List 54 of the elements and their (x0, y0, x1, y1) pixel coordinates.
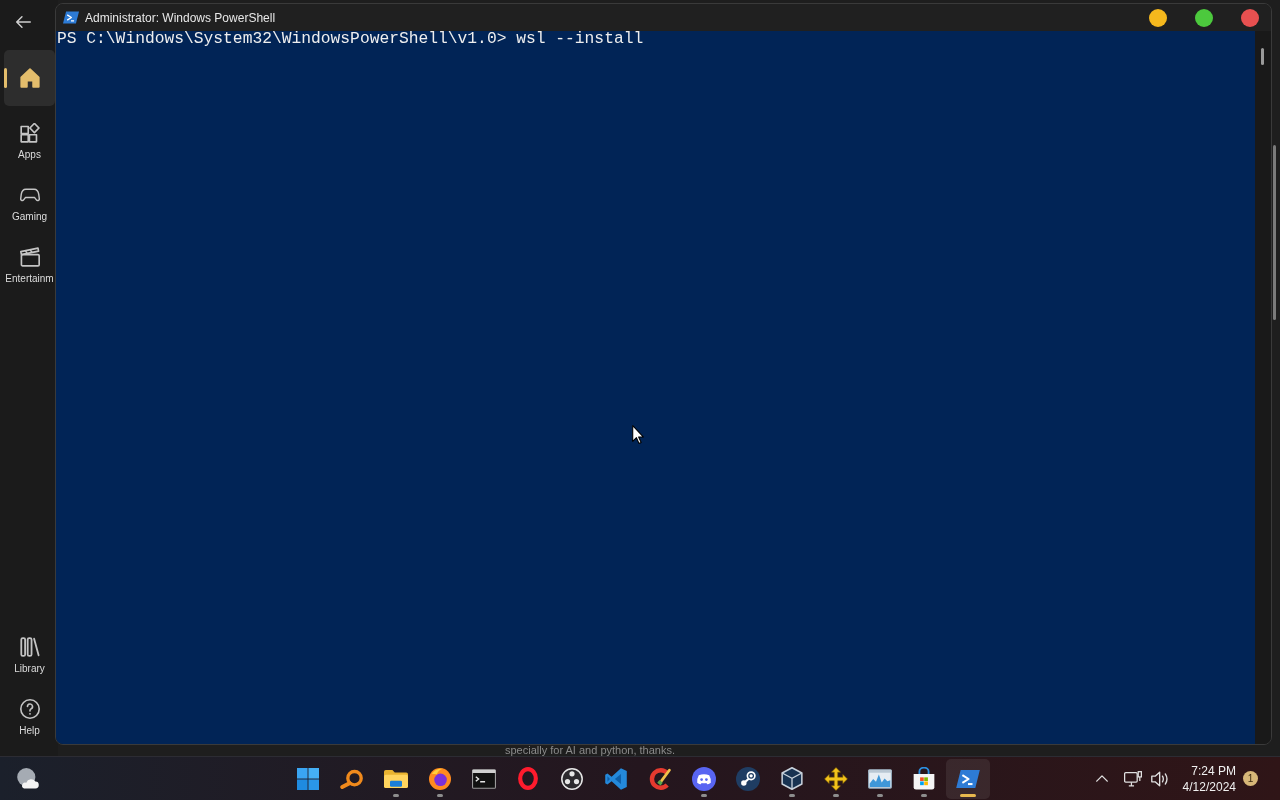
sidebar-item[interactable]: Entertainm (4, 230, 55, 292)
back-icon[interactable] (16, 16, 31, 28)
close-button[interactable] (1241, 8, 1259, 27)
store-bag-icon (912, 767, 935, 790)
caption-text: specially for AI and python, thanks. (505, 745, 675, 756)
running-indicator (700, 793, 707, 797)
window-title: Administrator: Windows PowerShell (85, 9, 276, 27)
brush-icon (648, 767, 671, 790)
folder-icon (383, 769, 408, 788)
volume-icon[interactable] (1150, 770, 1169, 787)
terminal-line: PS C:\Windows\System32\WindowsPowerShell\v1.0> wsl --install (57, 31, 644, 47)
clapperboard-icon (19, 247, 40, 267)
running-indicator (436, 793, 443, 797)
apps-grid-icon (19, 123, 40, 143)
weather-icon[interactable] (17, 768, 39, 789)
selection-indicator (4, 68, 7, 88)
ring-icon (517, 767, 538, 790)
terminal-icon (471, 768, 496, 789)
mouse-pointer-icon (632, 425, 644, 444)
maximize-button[interactable] (1195, 8, 1213, 27)
cube-icon (780, 767, 803, 790)
running-indicator (876, 793, 883, 797)
home-icon (19, 68, 40, 88)
taskbar-button[interactable] (945, 758, 990, 799)
minimize-button[interactable] (1149, 8, 1167, 27)
clock-date[interactable]: 4/12/2024 (1182, 778, 1236, 795)
sidebar-item[interactable]: Gaming (4, 168, 55, 230)
four-way-arrows-icon (823, 766, 848, 791)
notification-badge[interactable]: 1 (1243, 771, 1258, 786)
running-indicator (959, 793, 976, 797)
network-monitor-icon[interactable] (1123, 770, 1142, 787)
scrollbar-thumb (1261, 48, 1264, 65)
three-dots-circle-icon (560, 767, 583, 790)
caret-up-icon[interactable] (1095, 775, 1108, 782)
controller-face-icon (691, 766, 716, 791)
sidebar-item[interactable] (4, 50, 55, 106)
clock-time[interactable]: 7:24 PM (1191, 762, 1236, 779)
sidebar-item[interactable]: Help (4, 682, 55, 744)
running-indicator (788, 793, 795, 797)
search-icon (339, 768, 364, 789)
sidebar-item[interactable]: Library (4, 620, 55, 682)
running-indicator (832, 793, 839, 797)
running-indicator (920, 793, 927, 797)
chart-window-icon (867, 768, 892, 789)
books-icon (19, 637, 40, 657)
browser-icon (428, 767, 451, 790)
linkage-circle-icon (735, 766, 760, 791)
running-indicator (392, 793, 399, 797)
windows-logo-icon (296, 767, 319, 790)
sidebar-item[interactable]: Apps (4, 106, 55, 168)
code-editor-icon (604, 767, 627, 790)
powershell-icon (63, 11, 79, 24)
help-icon (19, 699, 40, 719)
powershell-icon (955, 769, 980, 788)
